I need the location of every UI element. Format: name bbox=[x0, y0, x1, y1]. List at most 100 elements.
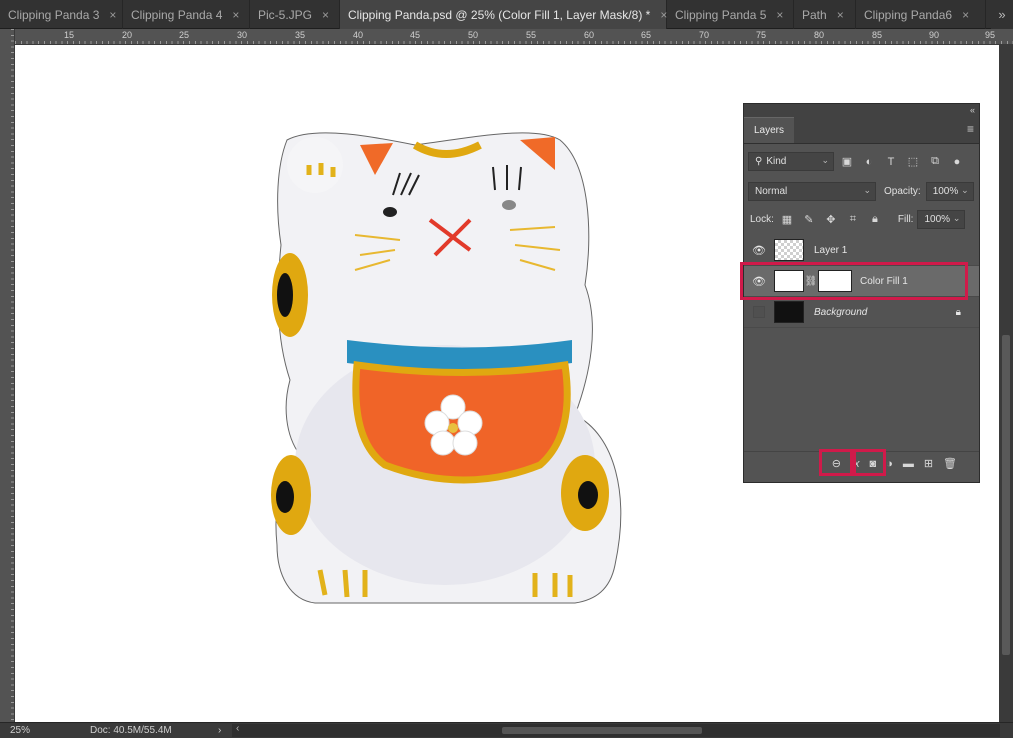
ruler-label: 40 bbox=[353, 30, 364, 40]
filter-kind-value: Kind bbox=[766, 156, 787, 167]
ruler-label: 95 bbox=[985, 30, 996, 40]
tab-clipping-panda-3[interactable]: Clipping Panda 3 × bbox=[0, 0, 123, 29]
ruler-label: 60 bbox=[584, 30, 595, 40]
layers-panel: « Layers ≡ ⚲ Kind ⌄ ▣ ◐ T ⬚ ⧉ ● Normal ⌄… bbox=[743, 103, 980, 483]
scroll-left-icon[interactable]: ‹ bbox=[236, 723, 239, 734]
ruler-label: 25 bbox=[179, 30, 190, 40]
fill-label: Fill: bbox=[897, 214, 914, 225]
layer-mask-thumbnail[interactable] bbox=[818, 270, 852, 292]
visibility-off-box[interactable] bbox=[744, 306, 774, 318]
chevron-down-icon: ⌄ bbox=[863, 185, 871, 195]
ruler-label: 15 bbox=[64, 30, 75, 40]
layer-row-color-fill-1[interactable]: 👁︎ ⛓ Color Fill 1 bbox=[744, 266, 979, 297]
layer-name[interactable]: Layer 1 bbox=[814, 245, 847, 256]
tabs-overflow-icon[interactable]: » bbox=[991, 0, 1013, 29]
adjustment-icon[interactable]: ◑ bbox=[886, 458, 893, 470]
layers-footer: ⊖ fx ◙ ◑ ▬ ⊞ 🗑︎ bbox=[744, 451, 979, 475]
ruler-top[interactable]: 15 20 25 30 35 40 45 50 55 60 65 70 75 8… bbox=[15, 29, 1013, 45]
smart-object-filter-icon[interactable]: ⧉ bbox=[926, 153, 944, 171]
tab-label: Clipping Panda 5 bbox=[675, 7, 767, 22]
ruler-label: 55 bbox=[526, 30, 537, 40]
tab-label: Path bbox=[802, 7, 827, 22]
tab-clipping-panda-4[interactable]: Clipping Panda 4 × bbox=[123, 0, 250, 29]
zoom-level[interactable]: 25% bbox=[10, 725, 30, 736]
tab-label: Clipping Panda 4 bbox=[131, 7, 223, 22]
blend-mode-select[interactable]: Normal ⌄ bbox=[748, 182, 876, 201]
ruler-label: 20 bbox=[122, 30, 133, 40]
tab-label: Clipping Panda6 bbox=[864, 7, 953, 22]
lock-transparent-icon[interactable]: ▦ bbox=[778, 211, 796, 229]
opacity-value: 100% bbox=[932, 186, 959, 197]
eye-icon[interactable]: 👁︎ bbox=[744, 244, 774, 257]
panel-header: « bbox=[744, 104, 979, 116]
link-icon[interactable]: ⊖ bbox=[832, 457, 841, 470]
chevron-down-icon: ⌄ bbox=[952, 213, 961, 223]
filter-toggle-icon[interactable]: ● bbox=[948, 153, 966, 171]
close-icon[interactable]: × bbox=[962, 8, 969, 22]
scrollbar-thumb[interactable] bbox=[502, 727, 702, 734]
lock-label: Lock: bbox=[750, 214, 774, 225]
tab-label: Clipping Panda 3 bbox=[8, 7, 100, 22]
status-menu-arrow-icon[interactable]: › bbox=[218, 725, 221, 736]
tab-pic-5[interactable]: Pic-5.JPG × bbox=[250, 0, 340, 29]
fx-icon[interactable]: fx bbox=[851, 458, 860, 470]
layer-thumbnail bbox=[774, 239, 804, 261]
link-chain-icon[interactable]: ⛓ bbox=[804, 276, 818, 287]
scrollbar-thumb[interactable] bbox=[1002, 335, 1010, 655]
doc-size[interactable]: Doc: 40.5M/55.4M bbox=[90, 725, 172, 736]
ruler-label: 85 bbox=[872, 30, 883, 40]
tab-path[interactable]: Path × bbox=[794, 0, 856, 29]
lock-artboard-icon[interactable]: ⌗ bbox=[844, 211, 862, 229]
ruler-label: 45 bbox=[410, 30, 421, 40]
ruler-left[interactable] bbox=[0, 29, 15, 722]
layer-name[interactable]: Color Fill 1 bbox=[860, 276, 908, 287]
lock-icon[interactable]: 🔒︎ bbox=[956, 307, 961, 318]
ruler-label: 35 bbox=[295, 30, 306, 40]
fill-thumbnail[interactable] bbox=[774, 270, 804, 292]
close-icon[interactable]: × bbox=[776, 8, 783, 22]
filter-kind-select[interactable]: ⚲ Kind ⌄ bbox=[748, 152, 834, 171]
collapse-icon[interactable]: « bbox=[970, 105, 975, 115]
lock-position-icon[interactable]: ✥ bbox=[822, 211, 840, 229]
close-icon[interactable]: × bbox=[322, 8, 329, 22]
tab-clipping-panda-psd[interactable]: Clipping Panda.psd @ 25% (Color Fill 1, … bbox=[340, 0, 667, 29]
image-filter-icon[interactable]: ▣ bbox=[838, 153, 856, 171]
close-icon[interactable]: × bbox=[232, 8, 239, 22]
eye-icon[interactable]: 👁︎ bbox=[744, 275, 774, 288]
layer-row-background[interactable]: Background 🔒︎ bbox=[744, 297, 979, 328]
tab-label: Clipping Panda.psd @ 25% (Color Fill 1, … bbox=[348, 7, 651, 22]
vertical-scrollbar[interactable] bbox=[999, 45, 1013, 722]
lock-pixels-icon[interactable]: ✎ bbox=[800, 211, 818, 229]
chevron-down-icon: ⌄ bbox=[821, 155, 829, 165]
lock-all-icon[interactable]: 🔒︎ bbox=[866, 211, 884, 229]
type-filter-icon[interactable]: T bbox=[882, 153, 900, 171]
opacity-label: Opacity: bbox=[884, 186, 921, 197]
tab-label: Pic-5.JPG bbox=[258, 7, 313, 22]
mask-icon[interactable]: ◙ bbox=[870, 458, 877, 470]
search-icon: ⚲ bbox=[755, 156, 763, 167]
trash-icon[interactable]: 🗑︎ bbox=[943, 457, 957, 470]
tab-layers[interactable]: Layers bbox=[744, 117, 795, 143]
ruler-label: 65 bbox=[641, 30, 652, 40]
ruler-label: 70 bbox=[699, 30, 710, 40]
document-tabs: Clipping Panda 3 × Clipping Panda 4 × Pic-… bbox=[0, 0, 1013, 29]
layer-row-layer-1[interactable]: 👁︎ Layer 1 bbox=[744, 235, 979, 266]
layer-name[interactable]: Background bbox=[814, 307, 867, 318]
ruler-label: 80 bbox=[814, 30, 825, 40]
layer-thumbnail bbox=[774, 301, 804, 323]
close-icon[interactable]: × bbox=[837, 8, 844, 22]
tab-clipping-panda-5[interactable]: Clipping Panda 5 × bbox=[667, 0, 794, 29]
chevron-down-icon: ⌄ bbox=[961, 185, 969, 195]
panel-menu-icon[interactable]: ≡ bbox=[967, 122, 974, 136]
fill-field[interactable]: 100% ⌄ bbox=[917, 210, 966, 229]
shape-filter-icon[interactable]: ⬚ bbox=[904, 153, 922, 171]
new-layer-icon[interactable]: ⊞ bbox=[924, 457, 933, 470]
adjustment-filter-icon[interactable]: ◐ bbox=[860, 153, 878, 171]
fill-value: 100% bbox=[924, 214, 951, 225]
horizontal-scrollbar[interactable]: ‹ bbox=[232, 723, 1000, 737]
close-icon[interactable]: × bbox=[109, 8, 116, 22]
group-icon[interactable]: ▬ bbox=[903, 458, 914, 470]
blend-mode-value: Normal bbox=[755, 186, 788, 197]
tab-clipping-panda6[interactable]: Clipping Panda6 × bbox=[856, 0, 986, 29]
opacity-field[interactable]: 100% ⌄ bbox=[925, 182, 974, 201]
